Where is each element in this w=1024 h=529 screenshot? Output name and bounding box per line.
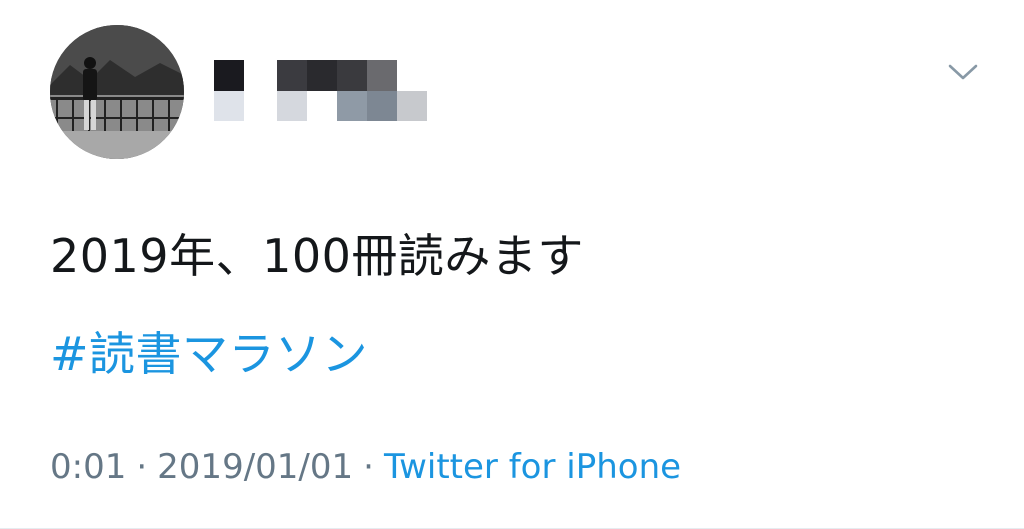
tweet-text: 2019年、100冊読みます: [50, 229, 584, 283]
meta-separator-2: ·: [363, 447, 374, 487]
user-name-pixelated[interactable]: [214, 60, 454, 126]
tweet-source-link[interactable]: Twitter for iPhone: [384, 447, 681, 487]
tweet-meta: 0:01 · 2019/01/01 · Twitter for iPhone: [50, 440, 681, 494]
meta-separator: ·: [136, 447, 148, 487]
avatar[interactable]: [50, 25, 184, 159]
tweet-date: 2019/01/01: [157, 447, 354, 487]
tweet-time: 0:01: [50, 447, 127, 487]
avatar-photo: [50, 25, 184, 159]
hashtag-link[interactable]: #読書マラソン: [50, 318, 368, 390]
chevron-down-icon[interactable]: [946, 58, 980, 84]
